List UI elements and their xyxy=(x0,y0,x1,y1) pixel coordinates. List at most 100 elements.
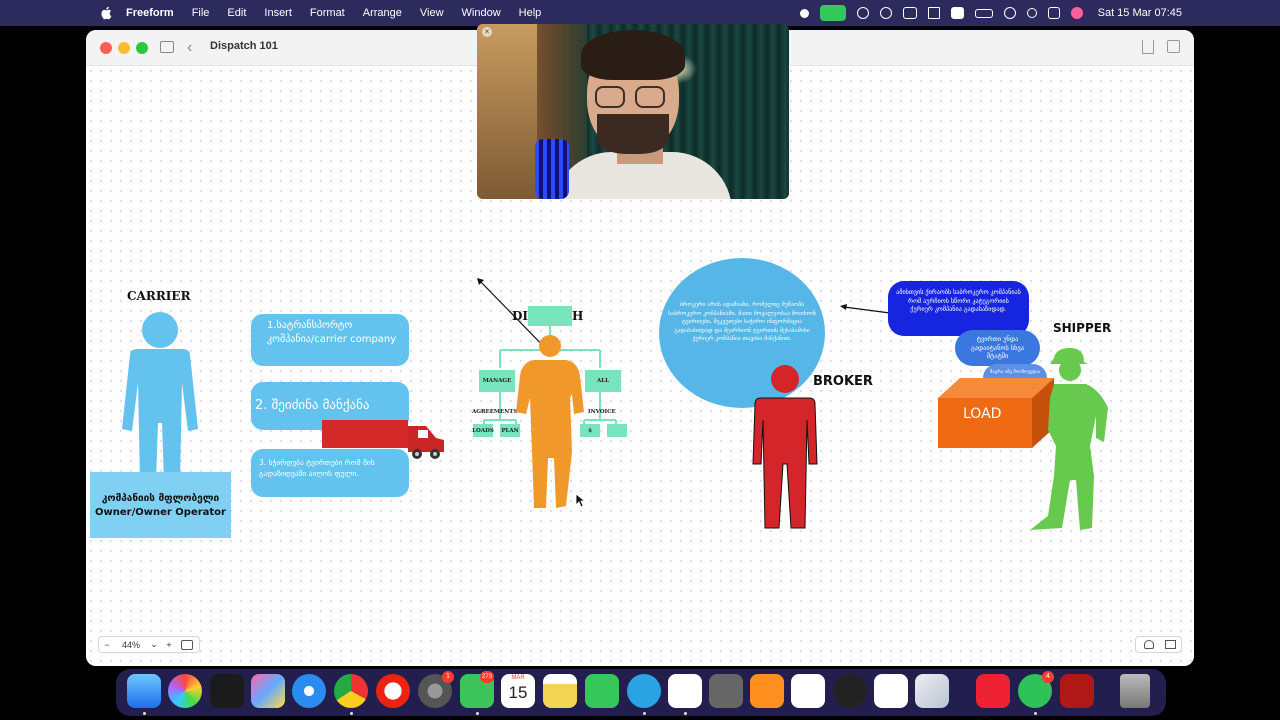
zoom-out-button[interactable]: − xyxy=(99,640,115,650)
dock-running-indicator xyxy=(643,712,646,715)
chart-box-empty[interactable] xyxy=(607,424,627,437)
shipper-person-figure[interactable] xyxy=(1024,346,1114,532)
opera-icon[interactable] xyxy=(376,674,410,708)
system-settings-badge: 1 xyxy=(442,671,454,683)
input-source-icon[interactable] xyxy=(950,7,964,19)
dock-running-indicator xyxy=(143,712,146,715)
screen-record-icon[interactable] xyxy=(856,7,869,19)
shipper-title[interactable]: SHIPPER xyxy=(1053,321,1111,335)
capcut-icon[interactable] xyxy=(791,674,825,708)
screen: Freeform File Edit Insert Format Arrange… xyxy=(0,0,1280,720)
safari-icon[interactable] xyxy=(292,674,326,708)
battery-icon[interactable] xyxy=(974,8,993,18)
control-center-icon[interactable] xyxy=(1047,7,1060,19)
webcam-background-door xyxy=(477,24,537,199)
whatsapp-badge: 4 xyxy=(1042,671,1054,683)
chart-box-loads[interactable]: LOADS xyxy=(472,424,494,437)
calendar-day: 15 xyxy=(508,683,528,702)
search-icon[interactable] xyxy=(1026,8,1037,18)
menu-app-freeform[interactable]: Freeform xyxy=(126,7,174,19)
apple-icon[interactable] xyxy=(100,6,112,20)
pdf-icon[interactable] xyxy=(976,674,1010,708)
siri-icon[interactable] xyxy=(1070,7,1083,19)
launchpad-icon[interactable] xyxy=(251,674,285,708)
display-icon[interactable] xyxy=(902,7,917,19)
carrier-step-1[interactable]: 1.სატრანსპორტო კომპანია/carrier company xyxy=(251,314,409,366)
telegram-icon[interactable] xyxy=(627,674,661,708)
broker-arrow[interactable] xyxy=(838,302,892,316)
zoom-chevron-icon[interactable]: ⌄ xyxy=(147,639,161,650)
zoom-control: − 44% ⌄ + xyxy=(98,636,200,653)
remote-desktop-icon[interactable] xyxy=(750,674,784,708)
fit-board-icon[interactable] xyxy=(181,639,193,650)
finder-icon[interactable] xyxy=(127,674,161,708)
menu-view[interactable]: View xyxy=(420,7,444,19)
dock-running-indicator xyxy=(1034,712,1037,715)
dock-running-indicator xyxy=(476,712,479,715)
menu-format[interactable]: Format xyxy=(310,7,345,19)
zoom-level[interactable]: 44% xyxy=(115,640,147,650)
webcam-overlay[interactable]: × xyxy=(477,24,789,199)
share-icon[interactable] xyxy=(1142,40,1154,54)
back-chevron-icon[interactable]: ‹ xyxy=(187,39,192,57)
chart-label-agreements: AGREEMENTS xyxy=(472,409,518,415)
truck-icon[interactable] xyxy=(322,420,446,462)
menu-edit[interactable]: Edit xyxy=(227,7,246,19)
photos-icon[interactable] xyxy=(168,674,202,708)
webcam-person-hair xyxy=(581,30,685,80)
load-label: LOAD xyxy=(963,406,1002,422)
board-title: Dispatch 101 xyxy=(210,40,278,52)
compose-icon[interactable] xyxy=(1167,40,1180,53)
obs-icon[interactable] xyxy=(833,674,867,708)
link-icon[interactable] xyxy=(1003,7,1016,19)
webcam-close-icon[interactable]: × xyxy=(482,27,492,37)
trash-icon[interactable] xyxy=(1120,674,1150,708)
broker-description: ბროკერი არის ადამიანი, რომელიც მუშაობს ს… xyxy=(668,302,816,343)
dock-running-indicator xyxy=(684,712,687,715)
notes-icon[interactable] xyxy=(543,674,577,708)
menu-help[interactable]: Help xyxy=(519,7,542,19)
recent-app-icon[interactable] xyxy=(1060,674,1094,708)
minimize-window-button[interactable] xyxy=(118,42,130,54)
chrome-icon[interactable] xyxy=(334,674,368,708)
shipper-bubble-1[interactable]: ამისთვის ქირაობს საბროკერო კომპანიას რომ… xyxy=(888,281,1029,336)
messages-badge: 273 xyxy=(480,671,495,683)
menu-arrange[interactable]: Arrange xyxy=(363,7,402,19)
dock-running-indicator xyxy=(350,712,353,715)
facetime-icon[interactable] xyxy=(819,5,846,21)
webcam-person-beard xyxy=(597,114,669,154)
record-icon[interactable] xyxy=(799,8,809,18)
voice-memos-icon[interactable] xyxy=(210,674,244,708)
freeform-dock-icon[interactable] xyxy=(668,674,702,708)
chatgpt-icon[interactable] xyxy=(874,674,908,708)
mouse-cursor-icon xyxy=(575,493,585,508)
dispatcher-person-figure[interactable] xyxy=(512,332,586,510)
close-window-button[interactable] xyxy=(100,42,112,54)
calendar-month: MAR xyxy=(511,675,525,681)
webcam-microphone xyxy=(535,139,569,199)
facetime-dock-icon[interactable] xyxy=(585,674,619,708)
chart-box-all[interactable]: ALL xyxy=(585,370,621,392)
iphone-mirroring-icon[interactable] xyxy=(915,674,949,708)
zoom-window-button[interactable] xyxy=(136,42,148,54)
webcam-glasses-left xyxy=(595,86,625,108)
menu-bar: Freeform File Edit Insert Format Arrange… xyxy=(0,0,1280,26)
broker-title[interactable]: BROKER xyxy=(813,374,873,389)
chart-label-invoice: INVOICE xyxy=(588,409,616,415)
volume-icon[interactable] xyxy=(927,7,940,19)
sidebar-toggle-icon[interactable] xyxy=(160,41,174,53)
carrier-person-figure[interactable] xyxy=(118,311,202,481)
telegram-status-icon[interactable] xyxy=(879,7,892,19)
menu-clock[interactable]: Sat 15 Mar 07:45 xyxy=(1098,7,1182,19)
chart-box-manage[interactable]: MANAGE xyxy=(479,370,515,392)
zoom-in-button[interactable]: + xyxy=(161,640,177,650)
scenes-icon[interactable] xyxy=(1144,640,1154,649)
webcam-glasses-right xyxy=(635,86,665,108)
broker-person-figure[interactable] xyxy=(751,364,819,532)
menu-window[interactable]: Window xyxy=(462,7,501,19)
menu-file[interactable]: File xyxy=(192,7,210,19)
carrier-title[interactable]: CARRIER xyxy=(127,289,191,303)
grid-icon[interactable] xyxy=(1165,640,1176,649)
menu-insert[interactable]: Insert xyxy=(264,7,292,19)
calculator-icon[interactable] xyxy=(709,674,743,708)
